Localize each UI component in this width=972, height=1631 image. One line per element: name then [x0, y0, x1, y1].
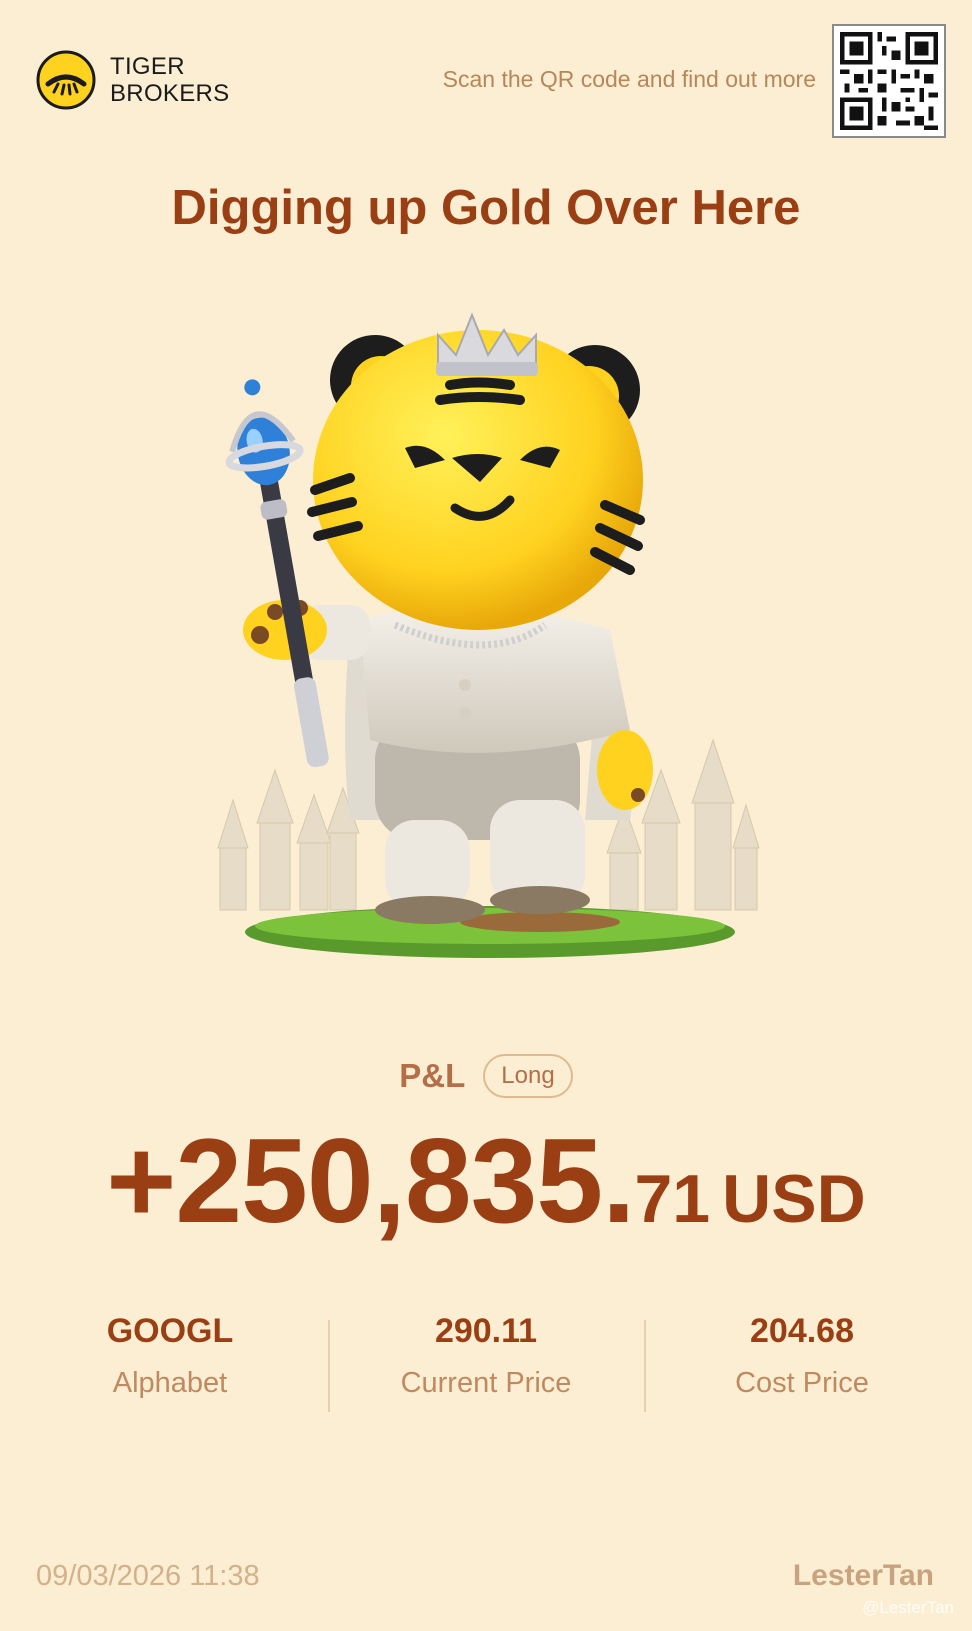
brand-name: TIGER BROKERS — [110, 53, 229, 107]
position-type-badge: Long — [483, 1054, 573, 1098]
brand-line-1: TIGER — [110, 53, 185, 80]
pnl-amount-main: +250,835. — [106, 1114, 635, 1248]
stat-current-price: 290.11 Current Price — [328, 1312, 644, 1412]
tiger-king-illustration — [217, 312, 760, 958]
stat-ticker: GOOGL Alphabet — [12, 1312, 328, 1412]
current-price-value: 290.11 — [434, 1312, 538, 1350]
watermark: @LesterTan — [862, 1598, 954, 1617]
username: LesterTan — [792, 1559, 934, 1592]
page-title: Digging up Gold Over Here — [171, 181, 801, 235]
ticker-symbol: GOOGL — [106, 1312, 234, 1350]
scan-qr-text: Scan the QR code and find out more — [442, 66, 816, 92]
pnl-label: P&L — [399, 1057, 466, 1094]
pnl-header: P&L Long — [0, 1054, 972, 1098]
pnl-currency: USD — [722, 1161, 866, 1237]
pnl-amount-decimal: 71 — [634, 1161, 711, 1237]
cost-price-value: 204.68 — [750, 1312, 854, 1350]
brand-line-2: BROKERS — [110, 80, 230, 107]
cost-price-label: Cost Price — [735, 1367, 869, 1399]
pnl-amount: +250,835.71 USD — [0, 1112, 972, 1250]
stats-row: GOOGL Alphabet 290.11 Current Price 204.… — [12, 1312, 960, 1412]
company-name: Alphabet — [112, 1367, 228, 1399]
stat-cost-price: 204.68 Cost Price — [644, 1312, 960, 1412]
qr-code-icon[interactable] — [832, 24, 946, 138]
header: TIGER BROKERS Scan the QR code and find … — [0, 0, 972, 150]
tiger-logo-icon — [36, 50, 96, 110]
current-price-label: Current Price — [400, 1367, 572, 1399]
timestamp: 09/03/2026 11:38 — [36, 1560, 260, 1592]
